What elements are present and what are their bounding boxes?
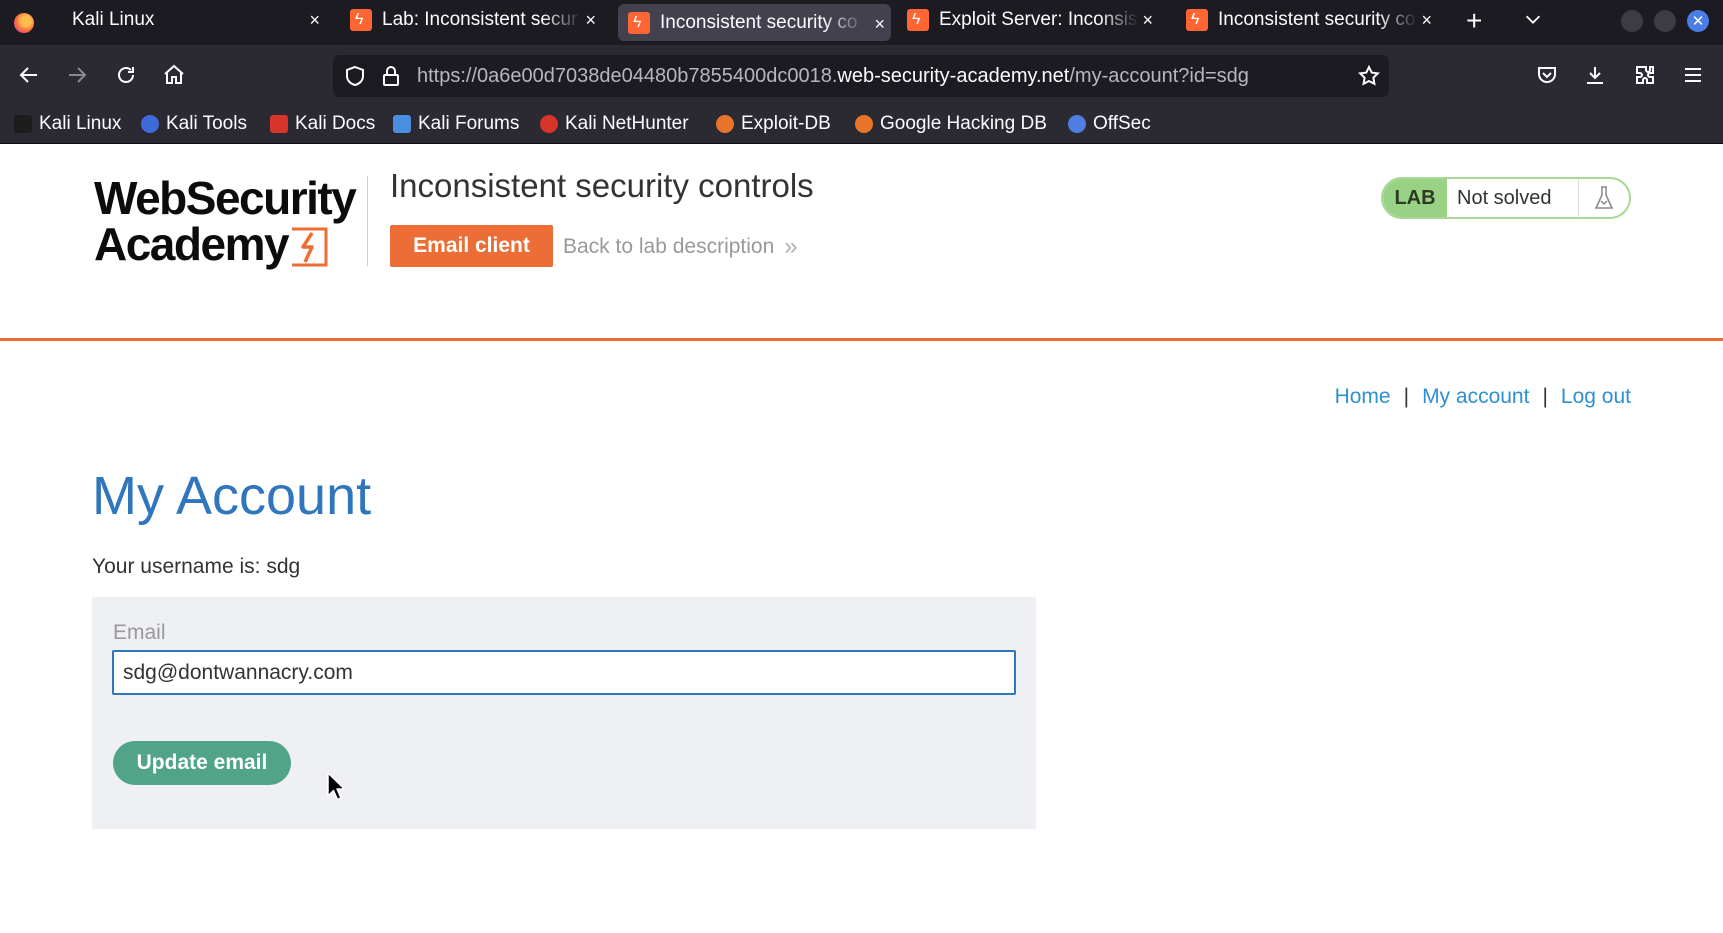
tab-bar: Kali Linux × Lab: Inconsistent secur × I… [0,0,1723,45]
tracking-protection-shield-icon[interactable] [343,64,367,88]
bookmark-offsec[interactable]: OffSec [1068,113,1151,135]
exploit-db-icon [716,115,734,133]
url-prefix: https://0a6e00d7038de04480b7855400dc0018… [417,65,838,87]
bookmark-label: Kali Forums [418,113,520,134]
log-out-link[interactable]: Log out [1561,385,1631,409]
lock-icon[interactable] [379,64,403,88]
page-title: My Account [92,466,372,526]
tab-close-icon[interactable]: × [1142,8,1153,32]
pocket-icon[interactable] [1534,62,1560,88]
bookmark-kali-nethunter[interactable]: Kali NetHunter [540,113,689,135]
bookmark-star-icon[interactable] [1357,64,1381,88]
page-content: WebSecurity Academy Inconsistent securit… [0,145,1723,933]
kali-forums-icon [393,115,411,133]
tab-inconsistent-security[interactable]: Inconsistent security co × [1176,0,1438,40]
username-text: Your username is: sdg [92,555,301,578]
bookmark-google-hacking-db[interactable]: Google Hacking DB [855,113,1047,135]
bookmark-label: Exploit-DB [741,113,831,134]
reload-icon[interactable] [113,62,139,88]
tab-title: Inconsistent security co [1218,9,1416,30]
portswigger-favicon-icon [907,9,929,31]
nethunter-icon [540,115,558,133]
url-host: web-security-academy.net [837,65,1070,87]
tab-lab-description[interactable]: Lab: Inconsistent secur × [340,0,602,40]
address-bar[interactable]: https://0a6e00d7038de04480b7855400dc0018… [333,55,1389,97]
nav-separator: | [1542,385,1548,408]
tab-close-icon[interactable]: × [1421,8,1432,32]
header-accent-rule [0,338,1723,341]
tab-title: Kali Linux [72,9,155,30]
tab-title: Lab: Inconsistent secur [382,9,578,30]
header-divider [367,176,368,266]
bookmark-label: Kali NetHunter [565,113,689,134]
email-client-button[interactable]: Email client [390,225,553,267]
lab-tag: LAB [1383,179,1447,217]
list-all-tabs-icon[interactable] [1522,8,1544,30]
bookmark-label: Kali Tools [166,113,247,134]
bookmark-kali-forums[interactable]: Kali Forums [393,113,519,135]
hamburger-menu-icon[interactable] [1680,62,1706,88]
account-navigation: Home | My account | Log out [1335,385,1631,409]
maximize-window-button[interactable] [1654,10,1676,32]
tab-title: Exploit Server: Inconsis [939,9,1138,30]
back-arrow-icon[interactable] [16,62,42,88]
change-email-form: Email Update email [92,597,1036,829]
back-to-lab-description-link[interactable]: Back to lab description » [563,233,798,261]
bookmark-kali-docs[interactable]: Kali Docs [270,113,375,135]
tab-close-icon[interactable]: × [309,8,320,32]
my-account-link[interactable]: My account [1422,385,1529,409]
close-window-button[interactable]: ✕ [1687,10,1709,32]
home-icon[interactable] [161,62,187,88]
bookmark-label: Kali Linux [39,113,122,134]
forward-arrow-icon[interactable] [64,62,90,88]
new-tab-button[interactable]: + [1466,6,1482,36]
back-link-label: Back to lab description [563,235,775,258]
academy-bolt-icon [292,227,328,267]
logo-text-line1: WebSecurity [94,172,357,224]
kali-dragon-icon [14,115,32,133]
tab-close-icon[interactable]: × [874,12,885,36]
update-email-button[interactable]: Update email [113,741,291,785]
lab-solved-status: Not solved [1447,179,1579,217]
portswigger-favicon-icon [1186,9,1208,31]
navigation-toolbar: https://0a6e00d7038de04480b7855400dc0018… [0,45,1723,105]
bookmark-label: OffSec [1093,113,1151,134]
lab-title: Inconsistent security controls [390,167,814,204]
kali-tools-icon [141,115,159,133]
tab-exploit-server[interactable]: Exploit Server: Inconsis × [897,0,1159,40]
ghdb-icon [855,115,873,133]
kali-docs-icon [270,115,288,133]
minimize-window-button[interactable] [1621,10,1643,32]
url-path: /my-account?id=sdg [1069,65,1249,87]
email-field[interactable] [112,650,1016,695]
bookmark-exploit-db[interactable]: Exploit-DB [716,113,831,135]
bookmarks-toolbar: Kali Linux Kali Tools Kali Docs Kali For… [0,105,1723,144]
tab-title: Inconsistent security co [660,11,858,33]
email-label: Email [113,621,166,644]
lab-status-badge: LAB Not solved [1381,177,1631,219]
home-link[interactable]: Home [1335,385,1391,409]
extensions-icon[interactable] [1632,62,1658,88]
tab-inconsistent-security-active[interactable]: Inconsistent security co × [618,4,891,41]
firefox-menu-icon[interactable] [0,0,48,45]
offsec-icon [1068,115,1086,133]
bookmark-kali-tools[interactable]: Kali Tools [141,113,247,135]
nav-separator: | [1403,385,1410,408]
portswigger-favicon-icon [628,11,650,34]
downloads-icon[interactable] [1582,62,1608,88]
tab-close-icon[interactable]: × [585,8,596,32]
bookmark-label: Google Hacking DB [880,113,1047,134]
flask-icon [1579,179,1629,217]
mouse-cursor-icon [327,772,346,801]
bookmark-kali-linux[interactable]: Kali Linux [14,113,121,135]
web-security-academy-logo[interactable]: WebSecurity Academy [94,174,364,274]
url-text[interactable]: https://0a6e00d7038de04480b7855400dc0018… [417,65,1249,88]
portswigger-favicon-icon [350,9,372,31]
logo-text-line2: Academy [94,218,290,270]
bookmark-label: Kali Docs [295,113,376,134]
double-chevron-right-icon: » [784,233,798,260]
tab-kali-linux[interactable]: Kali Linux × [54,0,326,40]
